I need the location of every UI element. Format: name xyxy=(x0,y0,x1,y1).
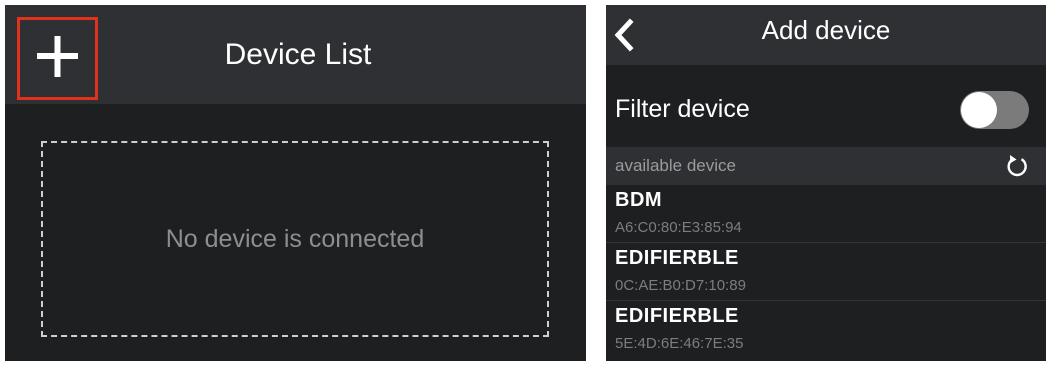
available-device-section: available device xyxy=(606,147,1046,185)
empty-message: No device is connected xyxy=(165,224,425,253)
device-name: BDM xyxy=(615,189,663,211)
filter-device-label: Filter device xyxy=(615,95,750,123)
device-name: EDIFIERBLE xyxy=(615,247,739,269)
device-mac-address: 0C:AE:B0:D7:10:89 xyxy=(615,277,746,294)
add-device-button[interactable] xyxy=(17,17,98,100)
device-list-header: Device List xyxy=(5,5,586,104)
add-device-header: Add device xyxy=(606,5,1046,65)
filter-device-row: Filter device xyxy=(606,71,1046,147)
device-list-item[interactable]: BDM A6:C0:80:E3:85:94 xyxy=(606,185,1046,243)
refresh-icon[interactable] xyxy=(1004,153,1030,179)
device-mac-address: 5E:4D:6E:46:7E:35 xyxy=(615,335,744,352)
device-list-item[interactable]: EDIFIERBLE 5E:4D:6E:46:7E:35 xyxy=(606,301,1046,359)
section-label: available device xyxy=(615,156,736,175)
add-device-screen: Add device Filter device available devic… xyxy=(606,5,1046,361)
empty-device-placeholder: No device is connected xyxy=(41,141,549,337)
plus-icon xyxy=(37,36,78,77)
device-list-item[interactable]: EDIFIERBLE 0C:AE:B0:D7:10:89 xyxy=(606,243,1046,301)
device-mac-address: A6:C0:80:E3:85:94 xyxy=(615,219,742,236)
device-name: EDIFIERBLE xyxy=(615,305,739,327)
page-title: Add device xyxy=(761,15,891,45)
device-list-screen: Device List No device is connected xyxy=(5,5,586,361)
toggle-knob xyxy=(961,92,997,128)
filter-device-toggle[interactable] xyxy=(960,91,1029,129)
